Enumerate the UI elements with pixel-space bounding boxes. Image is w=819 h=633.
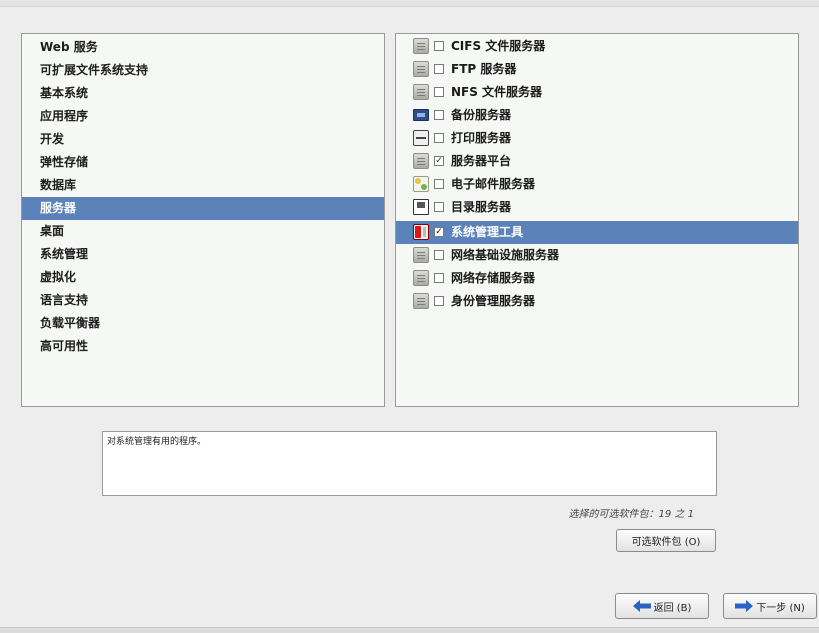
package-checkbox[interactable] xyxy=(434,87,444,97)
next-button[interactable]: 下一步 (N) xyxy=(723,593,817,619)
server-icon xyxy=(413,84,429,100)
package-group-list[interactable]: CIFS 文件服务器 FTP 服务器 NFS 文件服务器 备份服务器 打印服务器… xyxy=(395,33,799,407)
category-item-high-availability[interactable]: 高可用性 xyxy=(22,335,384,358)
package-label: 目录服务器 xyxy=(451,200,512,214)
bottom-divider xyxy=(0,627,819,633)
arrow-right-icon xyxy=(735,600,754,612)
package-label: 服务器平台 xyxy=(451,154,512,168)
category-item-system-management[interactable]: 系统管理 xyxy=(22,243,384,266)
package-label: FTP 服务器 xyxy=(451,62,517,76)
category-item-load-balancer[interactable]: 负载平衡器 xyxy=(22,312,384,335)
category-item-resilient-storage[interactable]: 弹性存储 xyxy=(22,151,384,174)
package-checkbox-checked[interactable]: ✓ xyxy=(434,227,444,237)
package-label: 打印服务器 xyxy=(451,131,512,145)
category-item-base-system[interactable]: 基本系统 xyxy=(22,82,384,105)
mail-icon xyxy=(413,176,429,192)
package-row-mail[interactable]: 电子邮件服务器 xyxy=(396,173,798,196)
package-label: NFS 文件服务器 xyxy=(451,85,543,99)
package-row-server-platform[interactable]: ✓ 服务器平台 xyxy=(396,150,798,173)
package-row-network-infrastructure[interactable]: 网络基础设施服务器 xyxy=(396,244,798,267)
package-label: 网络基础设施服务器 xyxy=(451,248,560,262)
package-checkbox[interactable] xyxy=(434,110,444,120)
package-label: CIFS 文件服务器 xyxy=(451,39,546,53)
package-label: 电子邮件服务器 xyxy=(451,177,536,191)
server-icon xyxy=(413,270,429,286)
optional-packages-button[interactable]: 可选软件包 (O) xyxy=(616,529,716,552)
description-box: 对系统管理有用的程序。 xyxy=(102,431,717,496)
tools-icon xyxy=(413,224,429,240)
package-checkbox[interactable] xyxy=(434,250,444,260)
server-icon xyxy=(413,247,429,263)
package-row-identity-management[interactable]: 身份管理服务器 xyxy=(396,290,798,313)
category-item-virtualization[interactable]: 虚拟化 xyxy=(22,266,384,289)
package-checkbox[interactable] xyxy=(434,273,444,283)
package-row-network-storage[interactable]: 网络存储服务器 xyxy=(396,267,798,290)
package-checkbox[interactable] xyxy=(434,296,444,306)
package-label: 系统管理工具 xyxy=(451,225,524,239)
package-row-backup[interactable]: 备份服务器 xyxy=(396,104,798,127)
package-row-nfs[interactable]: NFS 文件服务器 xyxy=(396,81,798,104)
package-checkbox[interactable] xyxy=(434,179,444,189)
arrow-left-icon xyxy=(632,600,651,612)
category-item-applications[interactable]: 应用程序 xyxy=(22,105,384,128)
server-icon xyxy=(413,61,429,77)
package-row-ftp[interactable]: FTP 服务器 xyxy=(396,58,798,81)
package-checkbox[interactable] xyxy=(434,64,444,74)
server-icon xyxy=(413,293,429,309)
category-item-language-support[interactable]: 语言支持 xyxy=(22,289,384,312)
package-row-system-tools[interactable]: ✓ 系统管理工具 xyxy=(396,221,798,244)
server-icon xyxy=(413,38,429,54)
category-list[interactable]: Web 服务 可扩展文件系统支持 基本系统 应用程序 开发 弹性存储 数据库 服… xyxy=(21,33,385,407)
server-icon xyxy=(413,153,429,169)
category-item-development[interactable]: 开发 xyxy=(22,128,384,151)
category-item-web-service[interactable]: Web 服务 xyxy=(22,36,384,59)
package-checkbox[interactable] xyxy=(434,202,444,212)
back-button-label: 返回 (B) xyxy=(653,602,692,614)
package-checkbox[interactable] xyxy=(434,41,444,51)
category-item-desktop[interactable]: 桌面 xyxy=(22,220,384,243)
printer-icon xyxy=(413,130,429,146)
backup-icon xyxy=(413,109,429,121)
directory-icon xyxy=(413,199,429,215)
package-checkbox-checked[interactable]: ✓ xyxy=(434,156,444,166)
package-label: 身份管理服务器 xyxy=(451,294,536,308)
package-label: 备份服务器 xyxy=(451,108,512,122)
package-checkbox[interactable] xyxy=(434,133,444,143)
optional-packages-label: 可选软件包 (O) xyxy=(631,537,701,548)
package-row-print[interactable]: 打印服务器 xyxy=(396,127,798,150)
back-button[interactable]: 返回 (B) xyxy=(615,593,709,619)
optional-package-count: 选择的可选软件包：19 之 1 xyxy=(568,509,694,520)
package-row-cifs[interactable]: CIFS 文件服务器 xyxy=(396,35,798,58)
category-item-scalable-filesystem[interactable]: 可扩展文件系统支持 xyxy=(22,59,384,82)
package-row-directory[interactable]: 目录服务器 xyxy=(396,196,798,219)
top-divider xyxy=(0,0,819,7)
package-label: 网络存储服务器 xyxy=(451,271,536,285)
category-item-servers[interactable]: 服务器 xyxy=(22,197,384,220)
category-item-database[interactable]: 数据库 xyxy=(22,174,384,197)
next-button-label: 下一步 (N) xyxy=(756,602,805,614)
